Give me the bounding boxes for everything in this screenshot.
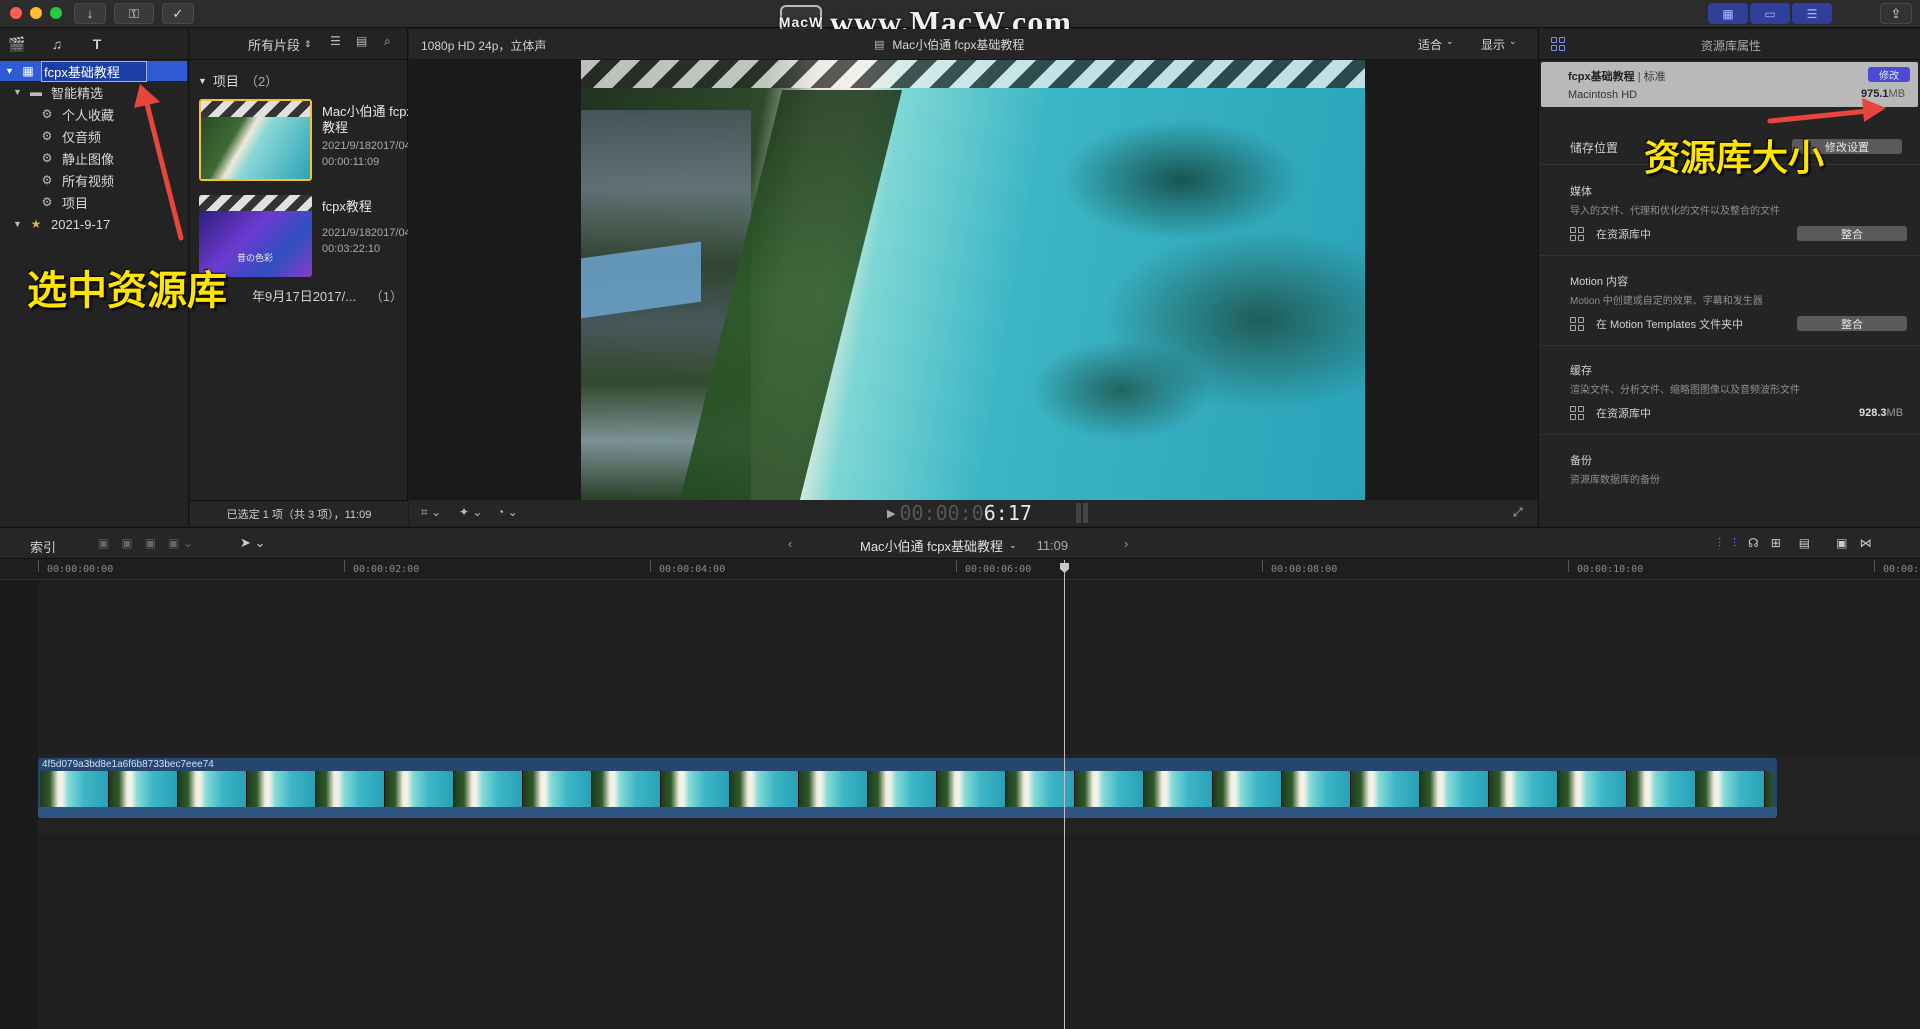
annotation-library-size: 资源库大小 [1644,137,1825,178]
annotation-arrows [134,84,1886,241]
arrow-to-library [134,84,184,241]
annotation-select-library: 选中资源库 [27,269,227,313]
arrow-to-library-size [1767,98,1886,124]
